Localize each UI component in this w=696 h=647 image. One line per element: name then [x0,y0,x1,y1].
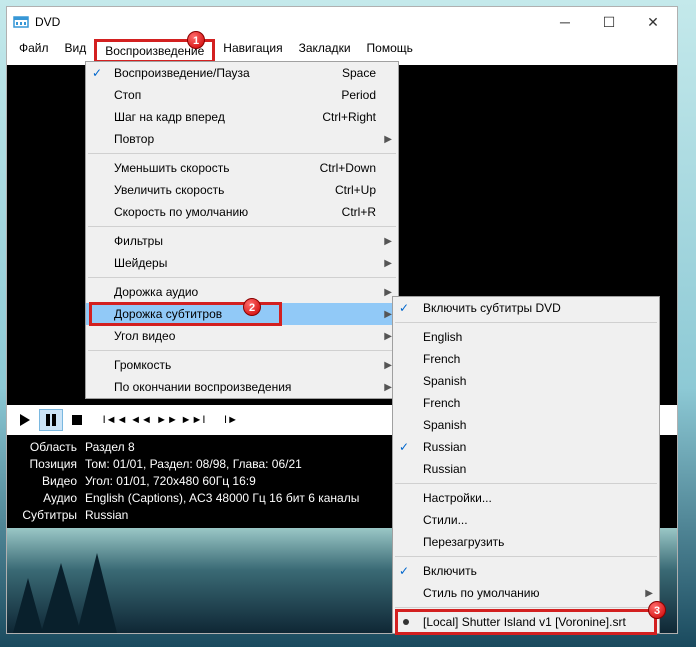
menu-separator [88,226,396,227]
titlebar: DVD ─ ☐ ✕ [7,7,677,37]
submenu-local-srt-file[interactable]: [Local] Shutter Island v1 [Voronine].srt [393,611,659,633]
menu-item-repeat[interactable]: Повтор ▶ [86,128,398,150]
rewind-button[interactable]: ◄◄ [129,409,153,431]
submenu-lang-french-2[interactable]: French [393,392,659,414]
chevron-right-icon: ▶ [384,331,392,342]
window-title: DVD [35,15,543,29]
menu-separator [395,322,657,323]
menu-view[interactable]: Вид [57,39,95,63]
chevron-right-icon: ▶ [645,588,653,599]
menu-item-shaders[interactable]: Шейдеры ▶ [86,252,398,274]
bullet-icon [403,619,409,625]
scene-tree [77,553,117,633]
pause-button[interactable] [39,409,63,431]
stop-icon [72,415,82,425]
menu-item-subtitle-track[interactable]: Дорожка субтитров ▶ [86,303,398,325]
status-region-label: Область [15,439,85,456]
check-icon: ✓ [399,440,409,454]
submenu-lang-english[interactable]: English [393,326,659,348]
menu-bookmarks[interactable]: Закладки [291,39,359,63]
menu-navigation[interactable]: Навигация [215,39,290,63]
annotation-badge-1: 1 [187,31,205,49]
chevron-right-icon: ▶ [384,309,392,320]
menu-item-audio-track[interactable]: Дорожка аудио ▶ [86,281,398,303]
next-button[interactable]: ►►I [181,409,205,431]
submenu-reload[interactable]: Перезагрузить [393,531,659,553]
submenu-enable[interactable]: ✓ Включить [393,560,659,582]
menu-item-speed-up[interactable]: Увеличить скорость Ctrl+Up [86,179,398,201]
chevron-right-icon: ▶ [384,287,392,298]
subtitle-track-submenu: ✓ Включить субтитры DVD English French S… [392,296,660,634]
submenu-lang-russian[interactable]: ✓ Russian [393,436,659,458]
menu-separator [395,483,657,484]
status-position-value: Том: 01/01, Раздел: 08/98, Глава: 06/21 [85,456,302,473]
menu-item-after-playback[interactable]: По окончании воспроизведения ▶ [86,376,398,398]
play-button[interactable] [13,409,37,431]
submenu-enable-dvd-subs[interactable]: ✓ Включить субтитры DVD [393,297,659,319]
status-subtitles-label: Субтитры [15,507,85,524]
submenu-default-style[interactable]: Стиль по умолчанию ▶ [393,582,659,604]
status-subtitles-value: Russian [85,507,128,524]
maximize-button[interactable]: ☐ [587,8,631,36]
scene-tree [13,578,43,633]
chevron-right-icon: ▶ [384,134,392,145]
submenu-lang-french[interactable]: French [393,348,659,370]
minimize-button[interactable]: ─ [543,8,587,36]
chevron-right-icon: ▶ [384,360,392,371]
chevron-right-icon: ▶ [384,258,392,269]
status-region-value: Раздел 8 [85,439,135,456]
check-icon: ✓ [399,564,409,578]
submenu-settings[interactable]: Настройки... [393,487,659,509]
status-video-value: Угол: 01/01, 720x480 60Гц 16:9 [85,473,256,490]
status-video-label: Видео [15,473,85,490]
status-audio-label: Аудио [15,490,85,507]
step-button[interactable]: I► [219,409,243,431]
annotation-badge-3: 3 [648,601,666,619]
menu-item-filters[interactable]: Фильтры ▶ [86,230,398,252]
menu-item-play-pause[interactable]: ✓ Воспроизведение/Пауза Space [86,62,398,84]
menu-separator [395,556,657,557]
submenu-lang-spanish[interactable]: Spanish [393,370,659,392]
annotation-badge-2: 2 [243,298,261,316]
menu-separator [88,277,396,278]
check-icon: ✓ [92,66,102,80]
submenu-styles[interactable]: Стили... [393,509,659,531]
menu-item-stop[interactable]: Стоп Period [86,84,398,106]
status-audio-value: English (Captions), AC3 48000 Гц 16 бит … [85,490,359,507]
status-position-label: Позиция [15,456,85,473]
menu-item-speed-default[interactable]: Скорость по умолчанию Ctrl+R [86,201,398,223]
forward-button[interactable]: ►► [155,409,179,431]
stop-button[interactable] [65,409,89,431]
menu-item-video-angle[interactable]: Угол видео ▶ [86,325,398,347]
app-icon [13,14,29,30]
menu-item-frame-step[interactable]: Шаг на кадр вперед Ctrl+Right [86,106,398,128]
submenu-lang-russian-2[interactable]: Russian [393,458,659,480]
scene-tree [41,563,81,633]
menu-file[interactable]: Файл [11,39,57,63]
play-icon [20,414,30,426]
menu-help[interactable]: Помощь [359,39,421,63]
chevron-right-icon: ▶ [384,236,392,247]
menu-separator [88,153,396,154]
check-icon: ✓ [399,301,409,315]
menu-item-volume[interactable]: Громкость ▶ [86,354,398,376]
menu-item-speed-down[interactable]: Уменьшить скорость Ctrl+Down [86,157,398,179]
menu-separator [88,350,396,351]
playback-menu: ✓ Воспроизведение/Пауза Space Стоп Perio… [85,61,399,399]
prev-button[interactable]: I◄◄ [103,409,127,431]
close-button[interactable]: ✕ [631,8,675,36]
menu-separator [395,607,657,608]
chevron-right-icon: ▶ [384,382,392,393]
submenu-lang-spanish-2[interactable]: Spanish [393,414,659,436]
pause-icon [46,414,56,426]
